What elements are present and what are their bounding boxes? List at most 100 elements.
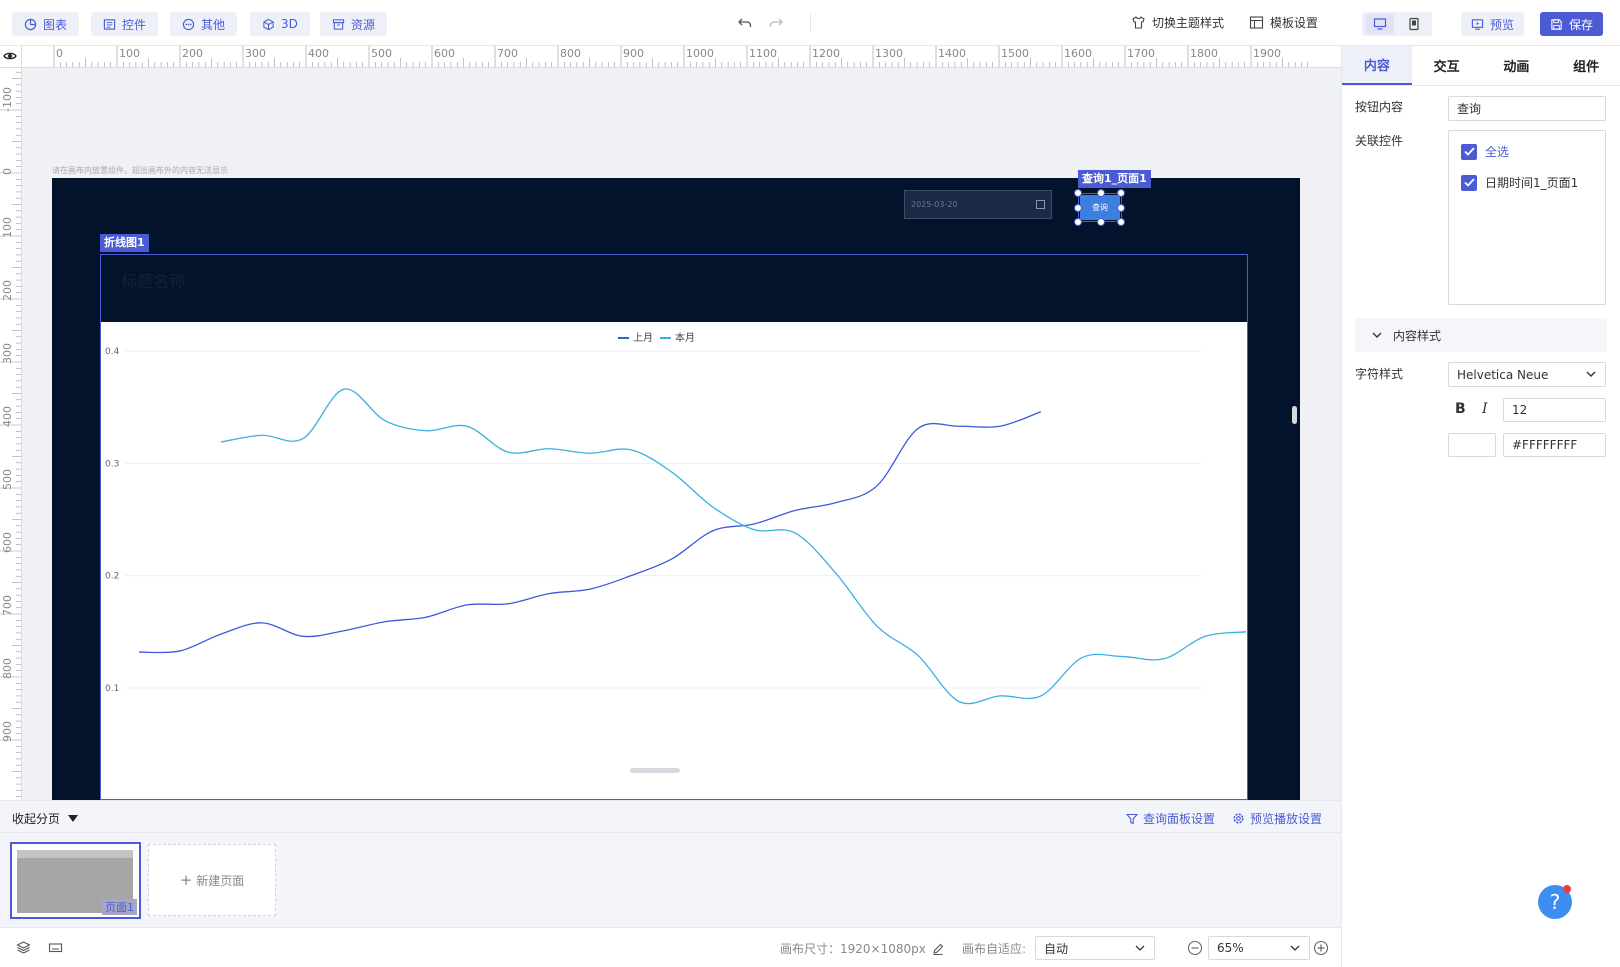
widget-button-label: 控件 (122, 17, 147, 32)
zoom-select[interactable]: 65% (1208, 936, 1310, 960)
3d-button[interactable]: 3D (250, 12, 310, 36)
layers-icon[interactable] (16, 940, 31, 955)
resource-button-label: 资源 (351, 17, 376, 32)
edit-icon[interactable] (932, 943, 944, 955)
tab-component[interactable]: 组件 (1551, 46, 1620, 85)
resize-handle[interactable] (1117, 189, 1125, 197)
ruler-label: 1000 (686, 47, 714, 60)
page-thumbnail[interactable]: 页面1 (10, 842, 141, 919)
preview-play-settings-label: 预览播放设置 (1250, 812, 1323, 826)
other-button[interactable]: 其他 (170, 12, 238, 36)
y-tick-label: 0.3 (105, 459, 119, 469)
italic-button[interactable]: I (1482, 401, 1488, 417)
y-tick-label: 0.2 (105, 572, 119, 582)
ruler-label: 0 (56, 47, 63, 60)
canvas-size-label: 画布尺寸：1920×1080px (780, 942, 926, 956)
tab-animation[interactable]: 动画 (1482, 46, 1552, 85)
button-content-input[interactable]: 查询 (1448, 96, 1606, 121)
widget-button[interactable]: 控件 (91, 12, 159, 36)
canvas-stage[interactable]: 2025-03-20 查询1_页面1 查询 折线图1 标题名称 0.4 0.3 0.… (52, 170, 1300, 800)
tab-interaction[interactable]: 交互 (1412, 46, 1482, 85)
query-component[interactable]: 查询 (1074, 189, 1125, 226)
switch-theme-button[interactable]: 切换主题样式 (1131, 14, 1224, 31)
3d-button-label: 3D (281, 17, 298, 31)
font-family-select[interactable]: Helvetica Neue (1448, 362, 1606, 387)
resize-handle[interactable] (1074, 204, 1082, 212)
eye-icon[interactable] (3, 50, 17, 62)
ruler-label: 1700 (1127, 47, 1155, 60)
ruler-label: 400 (1, 406, 14, 427)
resize-handle[interactable] (1074, 218, 1082, 226)
shirt-icon (1131, 15, 1146, 30)
chart-icon (24, 18, 37, 31)
color-input[interactable]: #FFFFFFFF (1503, 433, 1606, 457)
tablet-icon[interactable] (1400, 14, 1428, 34)
auto-fit-select[interactable]: 自动 (1035, 936, 1155, 960)
resize-handle[interactable] (1097, 218, 1105, 226)
template-icon (1249, 15, 1264, 30)
preview-button[interactable]: 预览 (1461, 12, 1525, 36)
resize-handle[interactable] (1117, 204, 1125, 212)
ruler-label: 300 (245, 47, 266, 60)
preview-label: 预览 (1490, 17, 1515, 32)
ruler-label: 700 (1, 595, 14, 616)
desktop-icon[interactable] (1366, 14, 1394, 34)
tab-content[interactable]: 内容 (1342, 46, 1412, 85)
check-icon (1461, 143, 1477, 160)
canvas-area[interactable]: 请在画布内放置组件，超出画布外的内容无法显示 2025-03-20 查询1_页面… (22, 68, 1341, 800)
resize-handle[interactable] (1074, 189, 1082, 197)
linked-item-checkbox[interactable]: 日期时间1_页面1 (1461, 174, 1578, 191)
font-family-value: Helvetica Neue (1457, 367, 1549, 382)
zoom-in-icon[interactable] (1313, 940, 1329, 956)
font-size-input[interactable]: 12 (1503, 398, 1606, 422)
query-button[interactable]: 查询 (1080, 195, 1120, 220)
chart-header: 标题名称 (101, 255, 1247, 322)
ruler-label: 1500 (1001, 47, 1029, 60)
save-button[interactable]: 保存 (1540, 12, 1604, 36)
ruler-label: 100 (119, 47, 140, 60)
resize-handle[interactable] (1117, 218, 1125, 226)
series-line-this-month[interactable] (220, 388, 1247, 705)
vertical-scrollbar[interactable] (1292, 406, 1297, 424)
undo-icon[interactable] (737, 15, 753, 31)
template-settings-button[interactable]: 模板设置 (1249, 14, 1318, 31)
ruler-label: 600 (1, 532, 14, 553)
resize-handle[interactable] (1097, 189, 1105, 197)
keyboard-icon[interactable] (48, 940, 63, 955)
chart-button[interactable]: 图表 (12, 12, 80, 36)
chevron-down-icon (1371, 329, 1383, 341)
zoom-value: 65% (1217, 941, 1244, 955)
redo-icon[interactable] (768, 15, 784, 31)
bold-button[interactable]: B (1455, 401, 1466, 417)
canvas-size: 画布尺寸：1920×1080px (780, 940, 944, 957)
select-all-checkbox[interactable]: 全选 (1461, 143, 1509, 160)
zoom-out-icon[interactable] (1187, 940, 1203, 956)
series-line-last-month[interactable] (138, 411, 1042, 654)
line-chart-component[interactable]: 标题名称 0.4 0.3 0.2 0.1 上月 本月 (100, 254, 1248, 800)
content-style-section[interactable]: 内容样式 (1355, 318, 1607, 352)
resource-button[interactable]: 资源 (320, 12, 388, 36)
ruler-label: 1400 (938, 47, 966, 60)
preview-play-settings[interactable]: 预览播放设置 (1232, 810, 1322, 827)
legend-label[interactable]: 本月 (675, 331, 695, 344)
help-button[interactable]: ? (1538, 885, 1572, 919)
other-button-label: 其他 (201, 17, 226, 32)
ruler-label: 900 (623, 47, 644, 60)
new-page-button[interactable]: + 新建页面 (148, 844, 276, 916)
pages-panel: 收起分页 查询面板设置 预览播放设置 页面1 + 新建页面 (0, 800, 1341, 927)
ruler-label: 300 (1, 343, 14, 364)
line-chart-plot: 0.4 0.3 0.2 0.1 上月 本月 (105, 331, 1247, 705)
legend-label[interactable]: 上月 (633, 332, 653, 344)
filter-icon (1126, 813, 1138, 825)
linked-controls-list: 全选 日期时间1_页面1 (1448, 130, 1606, 305)
color-swatch[interactable] (1448, 433, 1496, 457)
horizontal-scrollbar[interactable] (630, 768, 680, 773)
horizontal-ruler: 0 100 200 300 400 500 600 700 800 900 1000 1100 1200… (22, 46, 1341, 68)
query-panel-settings[interactable]: 查询面板设置 (1126, 810, 1215, 827)
caret-down-icon (68, 814, 79, 823)
date-picker[interactable]: 2025-03-20 (904, 190, 1052, 219)
ruler-label: 200 (182, 47, 203, 60)
collapse-pages-toggle[interactable]: 收起分页 (12, 810, 79, 827)
properties-panel: 内容 交互 动画 组件 按钮内容 查询 关联控件 全选 日期时间1_页面1 内容… (1341, 46, 1620, 967)
cube-icon (262, 18, 275, 31)
